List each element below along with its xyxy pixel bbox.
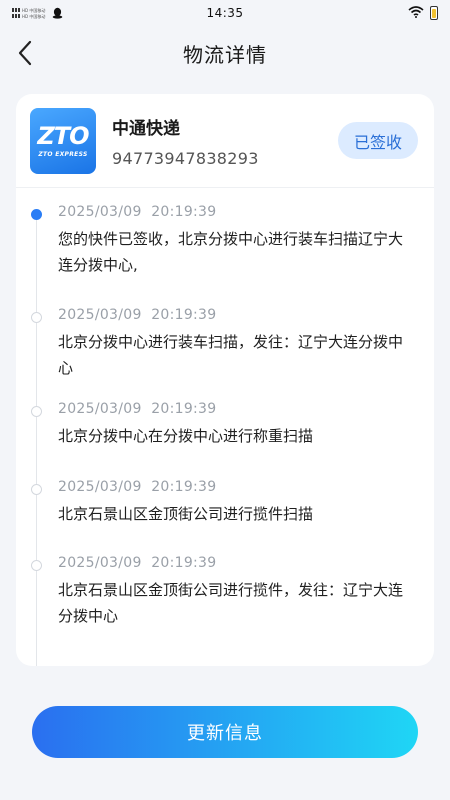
logo-mark: ZTO: [37, 122, 89, 150]
status-bar: HD 中国移动 HD 中国移动 14:35: [0, 0, 450, 26]
event-time: 2025/03/09 20:19:39: [58, 401, 217, 417]
page-title: 物流详情: [183, 42, 267, 67]
status-badge: 已签收: [337, 122, 418, 159]
signal-carrier-2: HD 中国移动: [22, 13, 46, 19]
company-info: 中通快递 94773947838293: [112, 114, 259, 168]
event-description: 北京分拨中心进行装车扫描，发往：辽宁大连分拨中心: [58, 333, 404, 377]
event-description: 北京石景山区金顶街公司进行揽件，发往：辽宁大连分拨中心: [58, 581, 404, 625]
signal-icon: HD 中国移动 HD 中国移动: [12, 8, 45, 19]
event-time: 2025/03/09 20:19:39: [58, 479, 217, 495]
timeline-dot: [31, 560, 42, 571]
qq-icon: [51, 7, 63, 19]
timeline-event: 2025/03/09 20:19:39 北京分拨中心在分拨中心进行称重扫描: [31, 401, 414, 479]
tracking-timeline: 2025/03/09 20:19:39 您的快件已签收，北京分拨中心进行装车扫描…: [16, 188, 434, 666]
wifi-icon: [408, 5, 424, 21]
package-header: ZTO ZTO EXPRESS 中通快递 94773947838293 已签收: [16, 94, 434, 188]
timeline-dot-active: [31, 209, 42, 220]
event-time: 2025/03/09 20:19:39: [58, 204, 217, 220]
event-description: 北京分拨中心在分拨中心进行称重扫描: [58, 427, 314, 445]
battery-icon: [430, 6, 438, 20]
event-time: 2025/03/09 20:19:39: [58, 555, 217, 571]
status-left: HD 中国移动 HD 中国移动: [12, 7, 63, 19]
chevron-left-icon: [18, 40, 32, 66]
update-info-button[interactable]: 更新信息: [32, 706, 418, 758]
event-time: 2025/03/09 20:19:39: [58, 307, 217, 323]
timeline-event: 2025/03/09 20:19:39 北京分拨中心进行装车扫描，发往：辽宁大连…: [31, 307, 414, 401]
signal-carrier-1: HD 中国移动: [22, 7, 46, 13]
timeline-dot: [31, 312, 42, 323]
nav-bar: 物流详情: [0, 26, 450, 80]
status-right: [408, 5, 438, 21]
status-time: 14:35: [206, 6, 244, 20]
company-name: 中通快递: [112, 118, 180, 139]
timeline-event: 2025/03/09 20:19:39 您的快件已签收，北京分拨中心进行装车扫描…: [31, 204, 414, 307]
logo-subtitle: ZTO EXPRESS: [38, 151, 88, 158]
timeline-event: 2025/03/09 20:19:39 北京石景山区金顶街公司进行揽件，发往：辽…: [31, 555, 414, 629]
logistics-card: ZTO ZTO EXPRESS 中通快递 94773947838293 已签收 …: [16, 94, 434, 666]
tracking-number: 94773947838293: [112, 148, 259, 168]
timeline-event: 2025/03/09 20:19:39 北京石景山区金顶街公司进行揽件扫描: [31, 479, 414, 555]
back-button[interactable]: [6, 34, 44, 72]
timeline-dot: [31, 406, 42, 417]
zto-logo: ZTO ZTO EXPRESS: [30, 107, 96, 174]
timeline-line: [36, 218, 37, 666]
event-description: 您的快件已签收，北京分拨中心进行装车扫描辽宁大连分拨中心,: [58, 230, 404, 274]
event-description: 北京石景山区金顶街公司进行揽件扫描: [58, 505, 314, 523]
timeline-dot: [31, 484, 42, 495]
